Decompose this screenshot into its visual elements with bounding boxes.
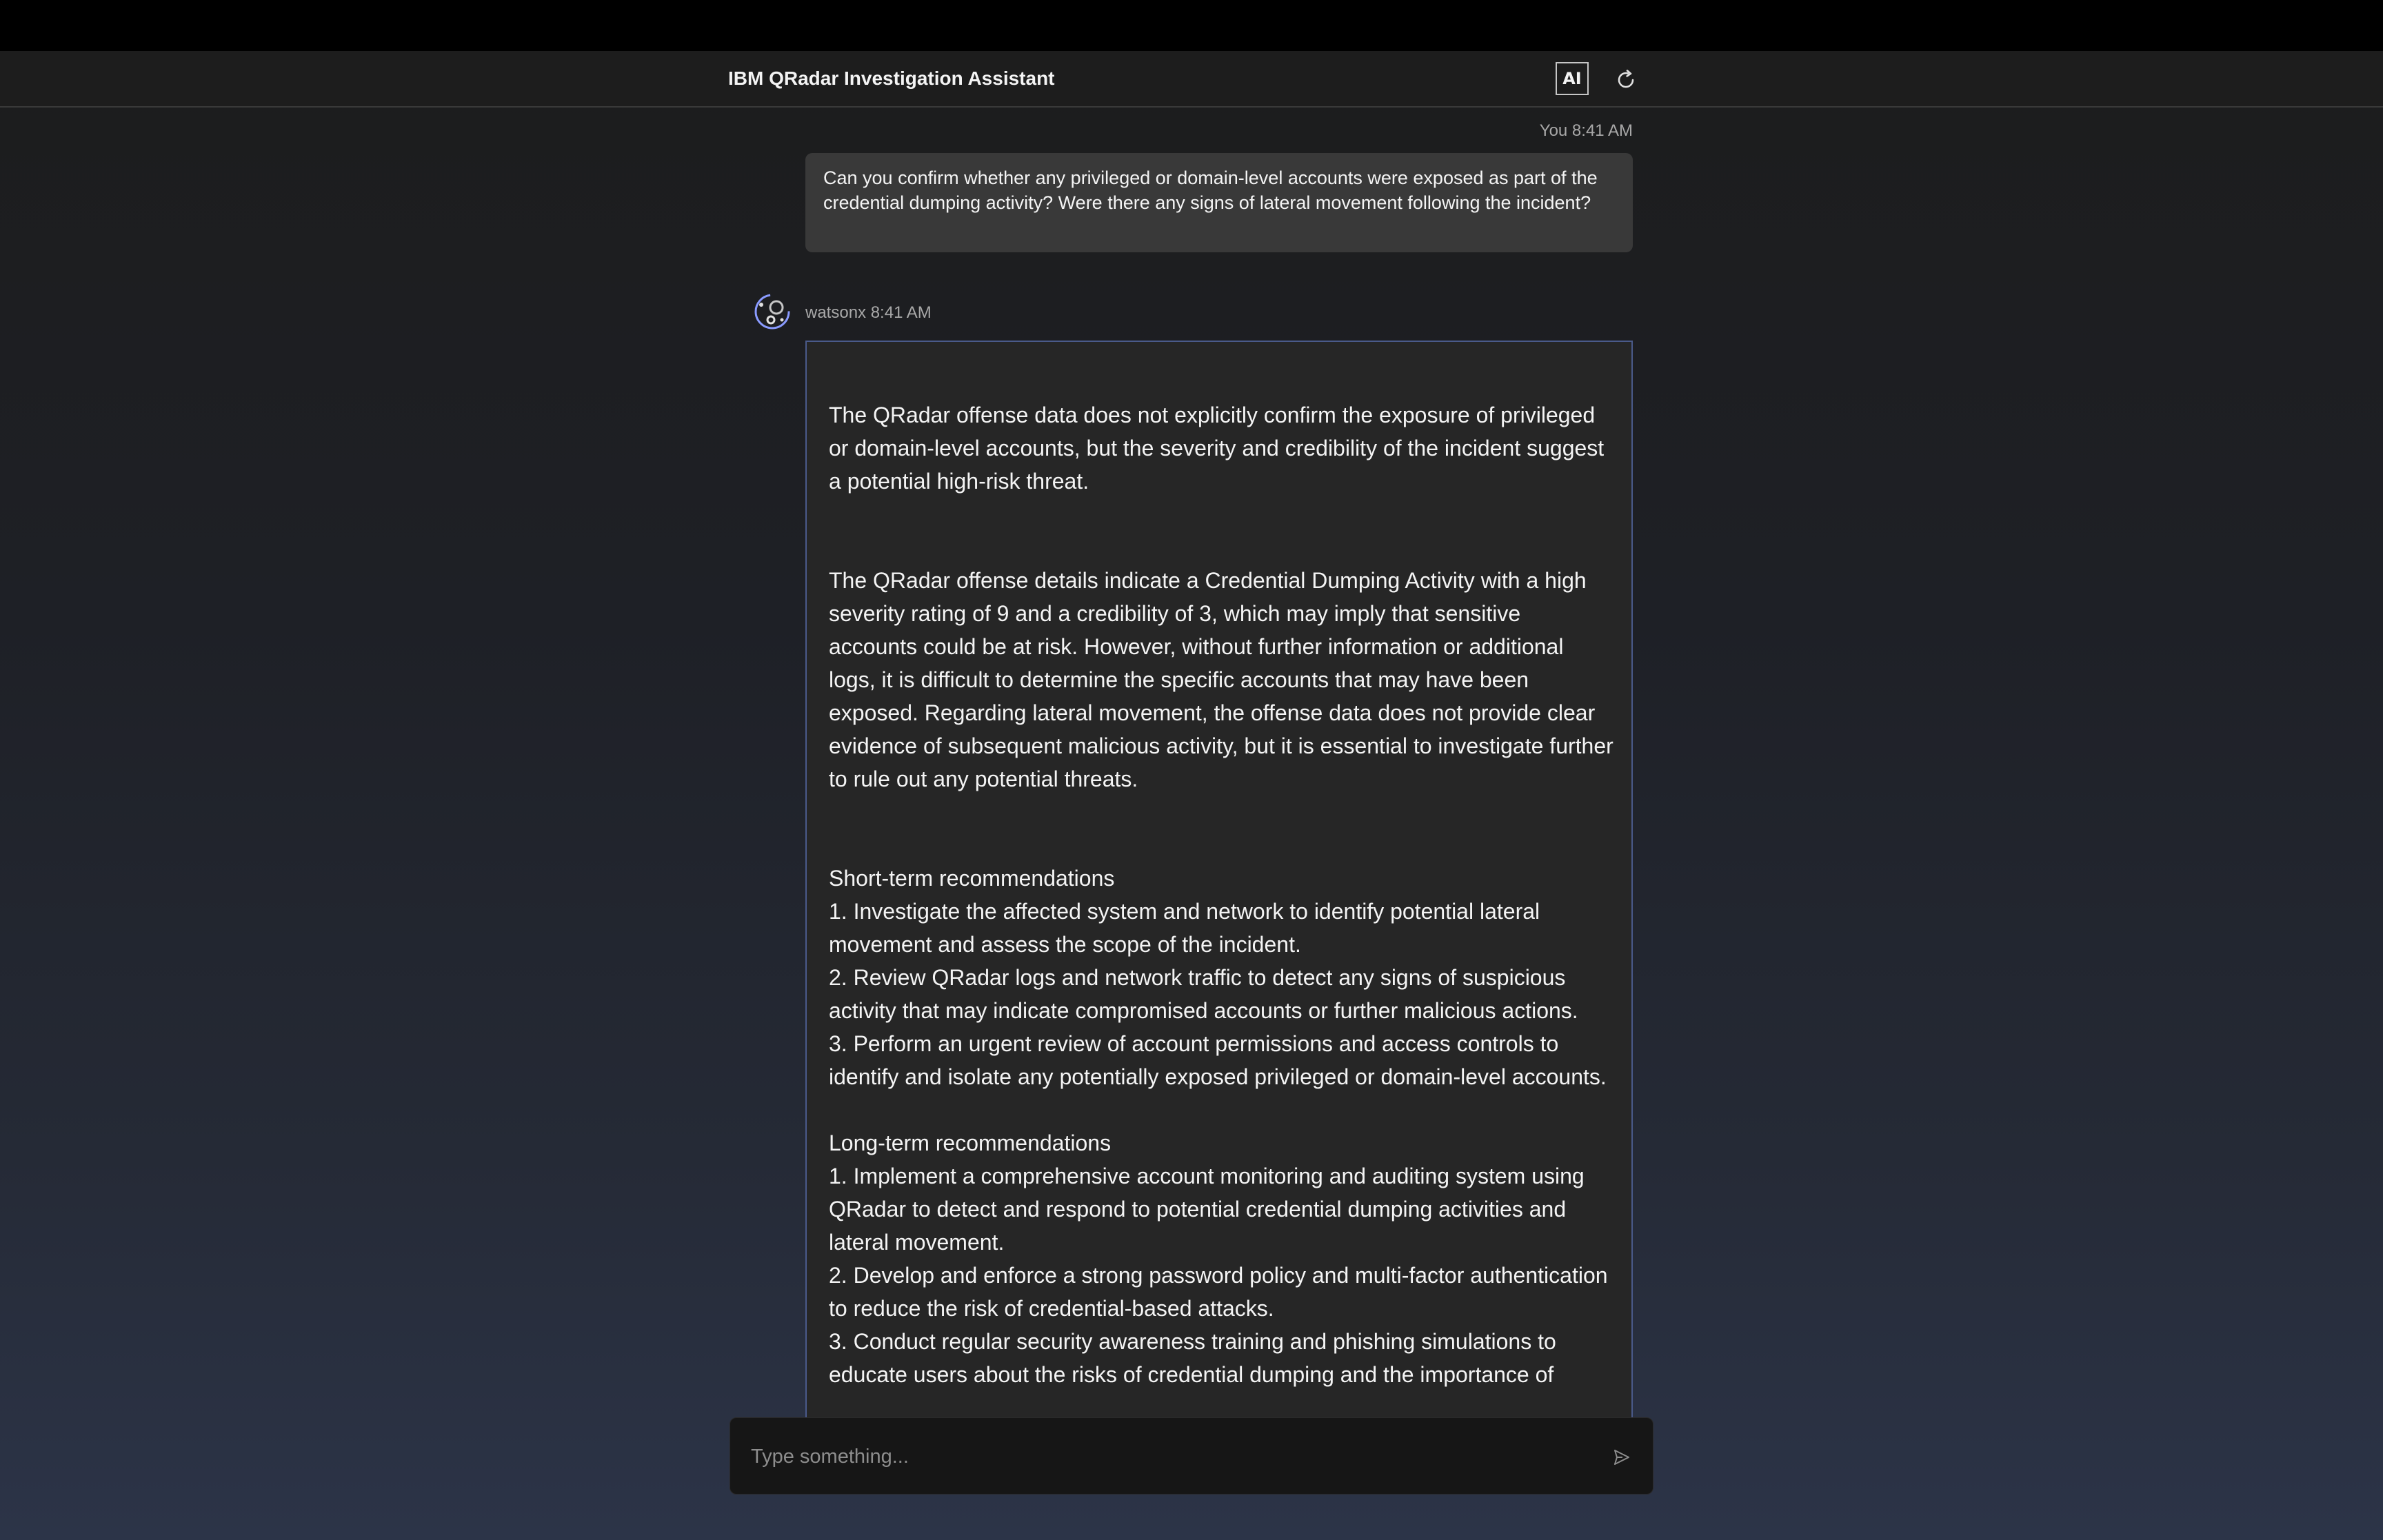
refresh-icon	[1618, 70, 1634, 88]
app-title: IBM QRadar Investigation Assistant	[728, 68, 1055, 89]
message-composer	[730, 1417, 1653, 1495]
watsonx-icon	[754, 294, 790, 330]
refresh-button[interactable]	[1611, 65, 1641, 95]
send-icon	[1614, 1450, 1629, 1465]
assistant-message-card[interactable]: The QRadar offense data does not explici…	[805, 341, 1633, 1417]
top-black-bar	[0, 0, 2383, 51]
assistant-message-text: The QRadar offense data does not explici…	[829, 403, 1613, 1387]
user-message-bubble: Can you confirm whether any privileged o…	[805, 153, 1633, 252]
ai-badge[interactable]: AI	[1556, 62, 1589, 95]
watsonx-avatar	[753, 292, 792, 331]
message-input[interactable]	[751, 1439, 1578, 1475]
app-header: IBM QRadar Investigation Assistant AI	[0, 51, 2383, 108]
user-message-meta: You 8:41 AM	[1539, 121, 1633, 140]
send-button[interactable]	[1606, 1441, 1638, 1473]
assistant-message-meta: watsonx 8:41 AM	[805, 303, 932, 322]
